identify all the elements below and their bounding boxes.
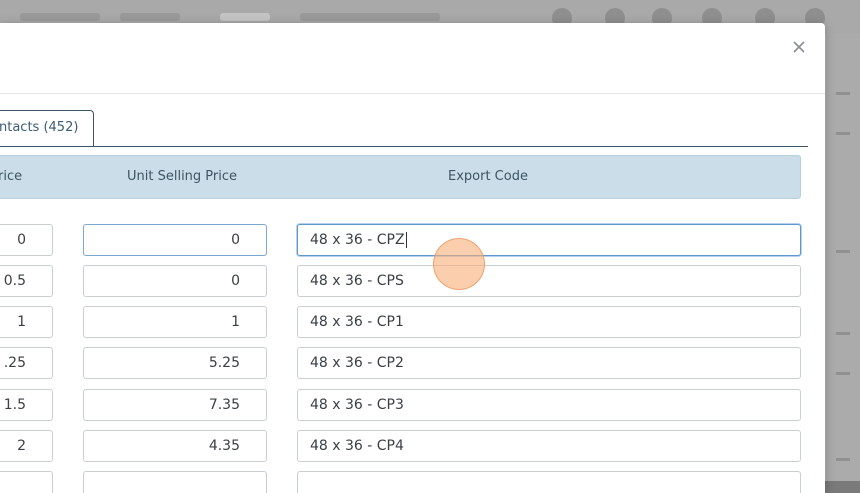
background-toolbar-item	[220, 13, 270, 21]
unit-selling-price-input[interactable]: 7.35	[83, 389, 267, 421]
background-side-mark	[836, 332, 850, 335]
price-input[interactable]: .25	[0, 347, 53, 379]
background-toolbar-item	[120, 13, 180, 21]
column-header-export-code: Export Code	[448, 169, 528, 184]
background-side-mark	[836, 132, 850, 135]
background-side-mark	[836, 372, 850, 375]
background-side-mark	[836, 92, 850, 95]
close-button[interactable]	[789, 37, 809, 57]
export-code-input[interactable]: 48 x 36 - CPZ	[297, 224, 801, 256]
column-header-price: rice	[0, 169, 23, 184]
export-code-input[interactable]: 48 x 36 - CP3	[297, 389, 801, 421]
price-input[interactable]: 1.5	[0, 389, 53, 421]
export-code-input[interactable]: 48 x 36 - CP1	[297, 306, 801, 338]
background-side-mark	[836, 250, 850, 253]
tab-contacts[interactable]: ntacts (452)	[0, 110, 94, 146]
background-toolbar-item	[20, 13, 100, 21]
edit-modal: ntacts (452) rice Unit Selling Price Exp…	[0, 23, 825, 493]
export-code-input[interactable]: 48 x 36 - CP2	[297, 347, 801, 379]
text-caret	[405, 232, 407, 248]
export-code-input[interactable]: 48 x 36 - CPS	[297, 265, 801, 297]
price-input[interactable]: 2	[0, 430, 53, 462]
unit-selling-price-input[interactable]: 1	[83, 306, 267, 338]
unit-selling-price-input[interactable]: 0	[83, 265, 267, 297]
price-input[interactable]: 1	[0, 306, 53, 338]
price-input[interactable]: 0.5	[0, 265, 53, 297]
background-side-panel	[826, 34, 860, 481]
tab-contacts-label: ntacts (452)	[0, 120, 79, 135]
unit-selling-price-input[interactable]: 4.35	[83, 430, 267, 462]
modal-header	[0, 23, 825, 94]
tab-bar-underline	[0, 146, 808, 147]
export-code-input[interactable]: 48 x 36 - CP4	[297, 430, 801, 462]
column-header-unit-selling-price: Unit Selling Price	[127, 169, 238, 184]
close-icon	[793, 41, 805, 53]
unit-selling-price-input[interactable]: 0	[83, 224, 267, 256]
unit-selling-price-input[interactable]	[83, 471, 267, 493]
export-code-input[interactable]	[297, 471, 801, 493]
table-header	[0, 155, 801, 199]
price-input[interactable]: 0	[0, 224, 53, 256]
export-code-value: 48 x 36 - CPZ	[310, 232, 405, 248]
unit-selling-price-input[interactable]: 5.25	[83, 347, 267, 379]
background-toolbar-item	[300, 13, 440, 21]
touch-indicator	[433, 238, 485, 290]
price-input[interactable]	[0, 471, 53, 493]
background-side-mark	[836, 458, 850, 461]
